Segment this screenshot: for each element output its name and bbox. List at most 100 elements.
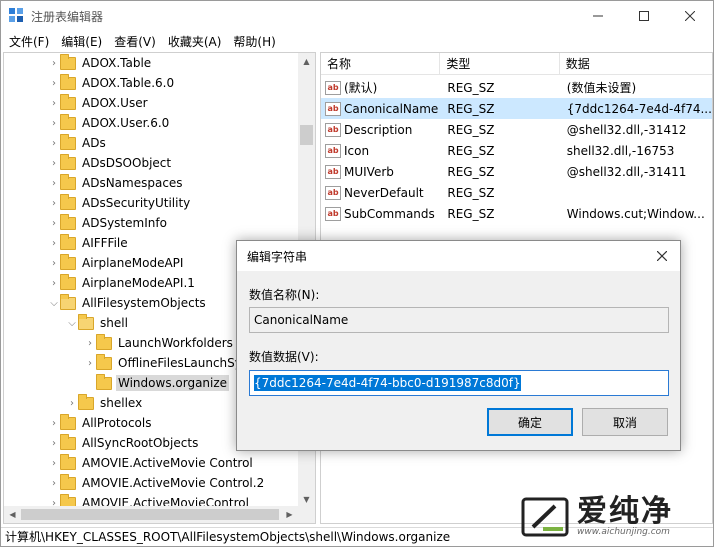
value-row[interactable]: ab Description REG_SZ @shell32.dll,-31412 bbox=[321, 119, 712, 140]
tree-item-label: Windows.organize bbox=[116, 375, 230, 391]
expand-arrow-icon[interactable]: › bbox=[48, 258, 60, 269]
close-icon bbox=[685, 11, 695, 21]
expand-arrow-icon[interactable]: › bbox=[84, 338, 96, 349]
expand-arrow-icon[interactable]: › bbox=[48, 58, 60, 69]
expand-arrow-icon[interactable]: › bbox=[48, 138, 60, 149]
registry-editor-window: 注册表编辑器 文件(F) 编辑(E) 查看(V) 收藏夹(A) 帮助(H) › A… bbox=[0, 0, 714, 547]
tree-item[interactable]: › ADOX.Table bbox=[4, 53, 300, 73]
scroll-left-arrow-icon[interactable]: ◀ bbox=[4, 506, 21, 523]
scroll-right-arrow-icon[interactable]: ▶ bbox=[281, 506, 298, 523]
value-row[interactable]: ab CanonicalName REG_SZ {7ddc1264-7e4d-4f74… bbox=[321, 98, 712, 119]
watermark: 爱纯净 www.aichunjing.com bbox=[515, 488, 711, 546]
tree-item-label: ADs bbox=[82, 136, 106, 150]
column-data-header[interactable]: 数据 bbox=[560, 53, 712, 75]
expand-arrow-icon[interactable]: › bbox=[48, 278, 60, 289]
collapse-arrow-icon[interactable]: ⌵ bbox=[66, 318, 78, 329]
maximize-icon bbox=[639, 11, 649, 21]
tree-item[interactable]: › AMOVIE.ActiveMovie Control.2 bbox=[4, 473, 300, 493]
collapse-arrow-icon[interactable]: ⌵ bbox=[48, 298, 60, 309]
tree-item[interactable]: › ADOX.User.6.0 bbox=[4, 113, 300, 133]
value-name-cell: ab MUIVerb bbox=[321, 164, 440, 179]
value-data-input[interactable]: {7ddc1264-7e4d-4f74-bbc0-d191987c8d0f} bbox=[249, 370, 669, 396]
folder-icon bbox=[60, 433, 76, 450]
value-name-cell: ab SubCommands bbox=[321, 206, 440, 221]
expand-arrow-icon[interactable]: › bbox=[48, 418, 60, 429]
tree-item[interactable]: › AMOVIE.ActiveMovie Control bbox=[4, 453, 300, 473]
expand-arrow-icon[interactable]: › bbox=[48, 478, 60, 489]
string-value-icon: ab bbox=[325, 164, 341, 179]
value-name-label: 数值名称(N): bbox=[249, 288, 320, 302]
string-value-icon: ab bbox=[325, 143, 341, 158]
expand-arrow-icon[interactable]: › bbox=[48, 438, 60, 449]
folder-icon bbox=[60, 233, 76, 250]
dialog-close-button[interactable] bbox=[652, 246, 672, 266]
window-controls bbox=[575, 1, 713, 31]
expand-arrow-icon[interactable]: › bbox=[48, 218, 60, 229]
close-window-button[interactable] bbox=[667, 1, 713, 31]
tree-item-label: shell bbox=[100, 316, 128, 330]
expand-arrow-icon[interactable]: › bbox=[48, 178, 60, 189]
menu-view[interactable]: 查看(V) bbox=[108, 33, 162, 50]
value-type-cell: REG_SZ bbox=[447, 143, 495, 158]
column-header: 名称 类型 数据 bbox=[321, 53, 712, 75]
menu-help[interactable]: 帮助(H) bbox=[227, 33, 281, 50]
expand-arrow-icon[interactable]: › bbox=[66, 398, 78, 409]
tree-horizontal-scrollbar[interactable]: ◀ ▶ bbox=[4, 506, 298, 523]
expand-arrow-icon[interactable]: › bbox=[84, 358, 96, 369]
minimize-button[interactable] bbox=[575, 1, 621, 31]
value-name: Icon bbox=[344, 143, 370, 158]
tree-item[interactable]: › ADsSecurityUtility bbox=[4, 193, 300, 213]
scroll-thumb[interactable] bbox=[300, 125, 313, 145]
tree-item[interactable]: › ADOX.User bbox=[4, 93, 300, 113]
expand-arrow-icon[interactable]: › bbox=[48, 98, 60, 109]
expand-arrow-icon[interactable]: › bbox=[48, 78, 60, 89]
hscroll-thumb[interactable] bbox=[21, 509, 279, 520]
menu-file[interactable]: 文件(F) bbox=[3, 33, 55, 50]
tree-item-label: AllProtocols bbox=[82, 416, 152, 430]
value-row[interactable]: ab MUIVerb REG_SZ @shell32.dll,-31411 bbox=[321, 161, 712, 182]
folder-icon bbox=[60, 133, 76, 150]
folder-icon bbox=[60, 173, 76, 190]
folder-icon bbox=[60, 53, 76, 70]
expand-arrow-icon[interactable]: › bbox=[48, 198, 60, 209]
column-type-header[interactable]: 类型 bbox=[440, 53, 560, 75]
menu-edit[interactable]: 编辑(E) bbox=[55, 33, 108, 50]
dialog-title: 编辑字符串 bbox=[247, 249, 308, 264]
minimize-icon bbox=[593, 15, 603, 17]
expand-arrow-icon[interactable]: › bbox=[48, 118, 60, 129]
tree-item[interactable]: › ADOX.Table.6.0 bbox=[4, 73, 300, 93]
tree-item-label: ADsDSOObject bbox=[82, 156, 172, 170]
tree-item[interactable]: › ADsNamespaces bbox=[4, 173, 300, 193]
tree-item-label: AirplaneModeAPI bbox=[82, 256, 184, 270]
expand-arrow-icon[interactable]: › bbox=[48, 238, 60, 249]
folder-icon bbox=[60, 93, 76, 110]
value-name: Description bbox=[344, 122, 413, 137]
value-row[interactable]: ab Icon REG_SZ shell32.dll,-16753 bbox=[321, 140, 712, 161]
maximize-button[interactable] bbox=[621, 1, 667, 31]
scroll-up-arrow-icon[interactable]: ▲ bbox=[298, 53, 315, 70]
tree-item[interactable]: › ADsDSOObject bbox=[4, 153, 300, 173]
cancel-button[interactable]: 取消 bbox=[582, 408, 668, 436]
value-type-cell: REG_SZ bbox=[447, 164, 495, 179]
menu-favorites[interactable]: 收藏夹(A) bbox=[162, 33, 228, 50]
expand-arrow-icon[interactable]: › bbox=[48, 158, 60, 169]
string-value-icon: ab bbox=[325, 80, 341, 95]
value-row[interactable]: ab SubCommands REG_SZ Windows.cut;Window... bbox=[321, 203, 712, 224]
tree-item-label: AllSyncRootObjects bbox=[82, 436, 199, 450]
value-data-cell: {7ddc1264-7e4d-4f74... bbox=[566, 101, 712, 116]
tree-item[interactable]: › ADSystemInfo bbox=[4, 213, 300, 233]
expand-arrow-icon[interactable]: › bbox=[48, 458, 60, 469]
folder-icon bbox=[78, 313, 94, 330]
tree-item-label: OfflineFilesLaunchSy bbox=[118, 356, 242, 370]
ok-button[interactable]: 确定 bbox=[487, 408, 573, 436]
tree-item-label: ADOX.Table bbox=[82, 56, 152, 70]
value-row[interactable]: ab (默认) REG_SZ (数值未设置) bbox=[321, 77, 712, 98]
column-name-header[interactable]: 名称 bbox=[321, 53, 441, 75]
value-row[interactable]: ab NeverDefault REG_SZ bbox=[321, 182, 712, 203]
value-data-cell: Windows.cut;Window... bbox=[566, 206, 705, 221]
folder-icon bbox=[60, 193, 76, 210]
value-type-cell: REG_SZ bbox=[447, 206, 495, 221]
tree-item[interactable]: › ADs bbox=[4, 133, 300, 153]
tree-item-label: AMOVIE.ActiveMovie Control bbox=[82, 456, 253, 470]
tree-item-label: ADOX.User.6.0 bbox=[82, 116, 170, 130]
